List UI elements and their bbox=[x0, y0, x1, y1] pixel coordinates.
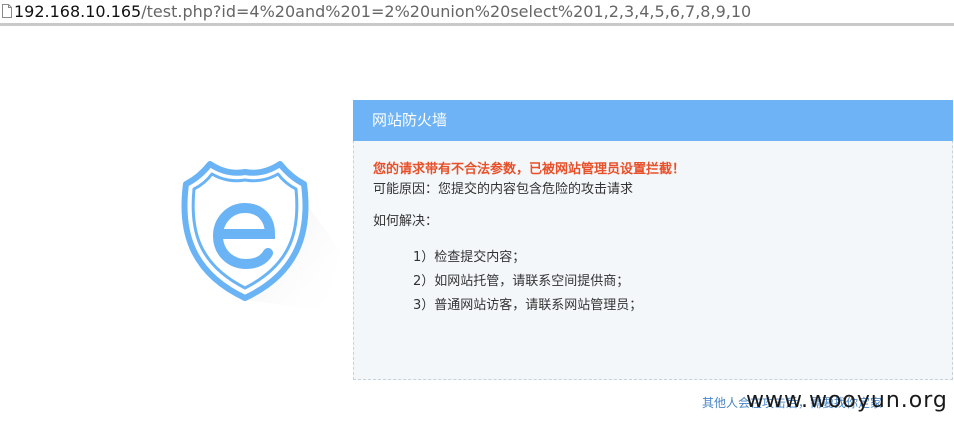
url-text[interactable]: 192.168.10.165/test.php?id=4%20and%201=2… bbox=[14, 2, 751, 22]
firewall-title: 网站防火墙 bbox=[353, 100, 953, 141]
block-reason: 可能原因：您提交的内容包含危险的攻击请求 bbox=[373, 182, 634, 197]
firewall-panel: 网站防火墙 您的请求带有不合法参数，已被网站管理员设置拦截！ 可能原因：您提交的… bbox=[353, 100, 953, 380]
watermark: www.wooyun.org bbox=[746, 388, 948, 413]
url-host: 192.168.10.165 bbox=[14, 2, 142, 21]
page-icon bbox=[2, 4, 12, 18]
firewall-body: 您的请求带有不合法参数，已被网站管理员设置拦截！ 可能原因：您提交的内容包含危险… bbox=[373, 160, 685, 318]
howto-heading: 如何解决： bbox=[373, 214, 439, 229]
block-warning: 您的请求带有不合法参数，已被网站管理员设置拦截！ bbox=[373, 162, 686, 177]
solution-step: 1）检查提交内容； bbox=[413, 250, 526, 265]
solution-step: 3）普通网站访客，请联系网站管理员； bbox=[413, 298, 643, 313]
solution-list: 1）检查提交内容； 2）如网站托管，请联系空间提供商； 3）普通网站访客，请联系… bbox=[413, 246, 685, 318]
address-bar[interactable]: 192.168.10.165/test.php?id=4%20and%201=2… bbox=[0, 0, 954, 26]
url-path: /test.php?id=4%20and%201=2%20union%20sel… bbox=[141, 2, 752, 21]
shield-e-icon bbox=[181, 161, 340, 310]
solution-step: 2）如网站托管，请联系空间提供商； bbox=[413, 274, 630, 289]
